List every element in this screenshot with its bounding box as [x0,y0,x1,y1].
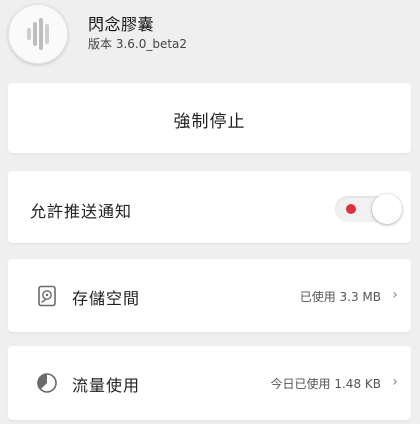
push-notifications-toggle[interactable] [335,194,402,224]
app-header: 閃念膠囊 版本 3.6.0_beta2 [0,0,420,70]
data-usage-label: 流量使用 [72,376,141,395]
app-name: 閃念膠囊 [88,15,155,34]
chevron-right-icon: › [392,287,398,303]
push-notifications-label: 允許推送通知 [30,202,133,221]
storage-icon [36,285,58,307]
app-version: 版本 3.6.0_beta2 [88,37,188,51]
push-notifications-row: 允許推送通知 [8,171,411,243]
chevron-right-icon: › [392,374,398,390]
force-stop-button[interactable]: 強制停止 [8,83,411,153]
pie-chart-icon [36,372,58,394]
storage-label: 存儲空間 [72,289,141,308]
data-usage-row[interactable]: 流量使用 今日已使用 1.48 KB › [8,346,411,420]
toggle-knob [372,194,402,224]
force-stop-label: 強制停止 [173,112,246,132]
toggle-off-indicator [346,204,356,214]
storage-row[interactable]: 存儲空間 已使用 3.3 MB › [8,259,411,332]
sound-wave-icon [8,4,68,64]
storage-value: 已使用 3.3 MB [299,290,381,304]
app-info-screen: 閃念膠囊 版本 3.6.0_beta2 強制停止 允許推送通知 存儲空間 已使用… [0,0,420,424]
data-usage-value: 今日已使用 1.48 KB [270,377,381,391]
